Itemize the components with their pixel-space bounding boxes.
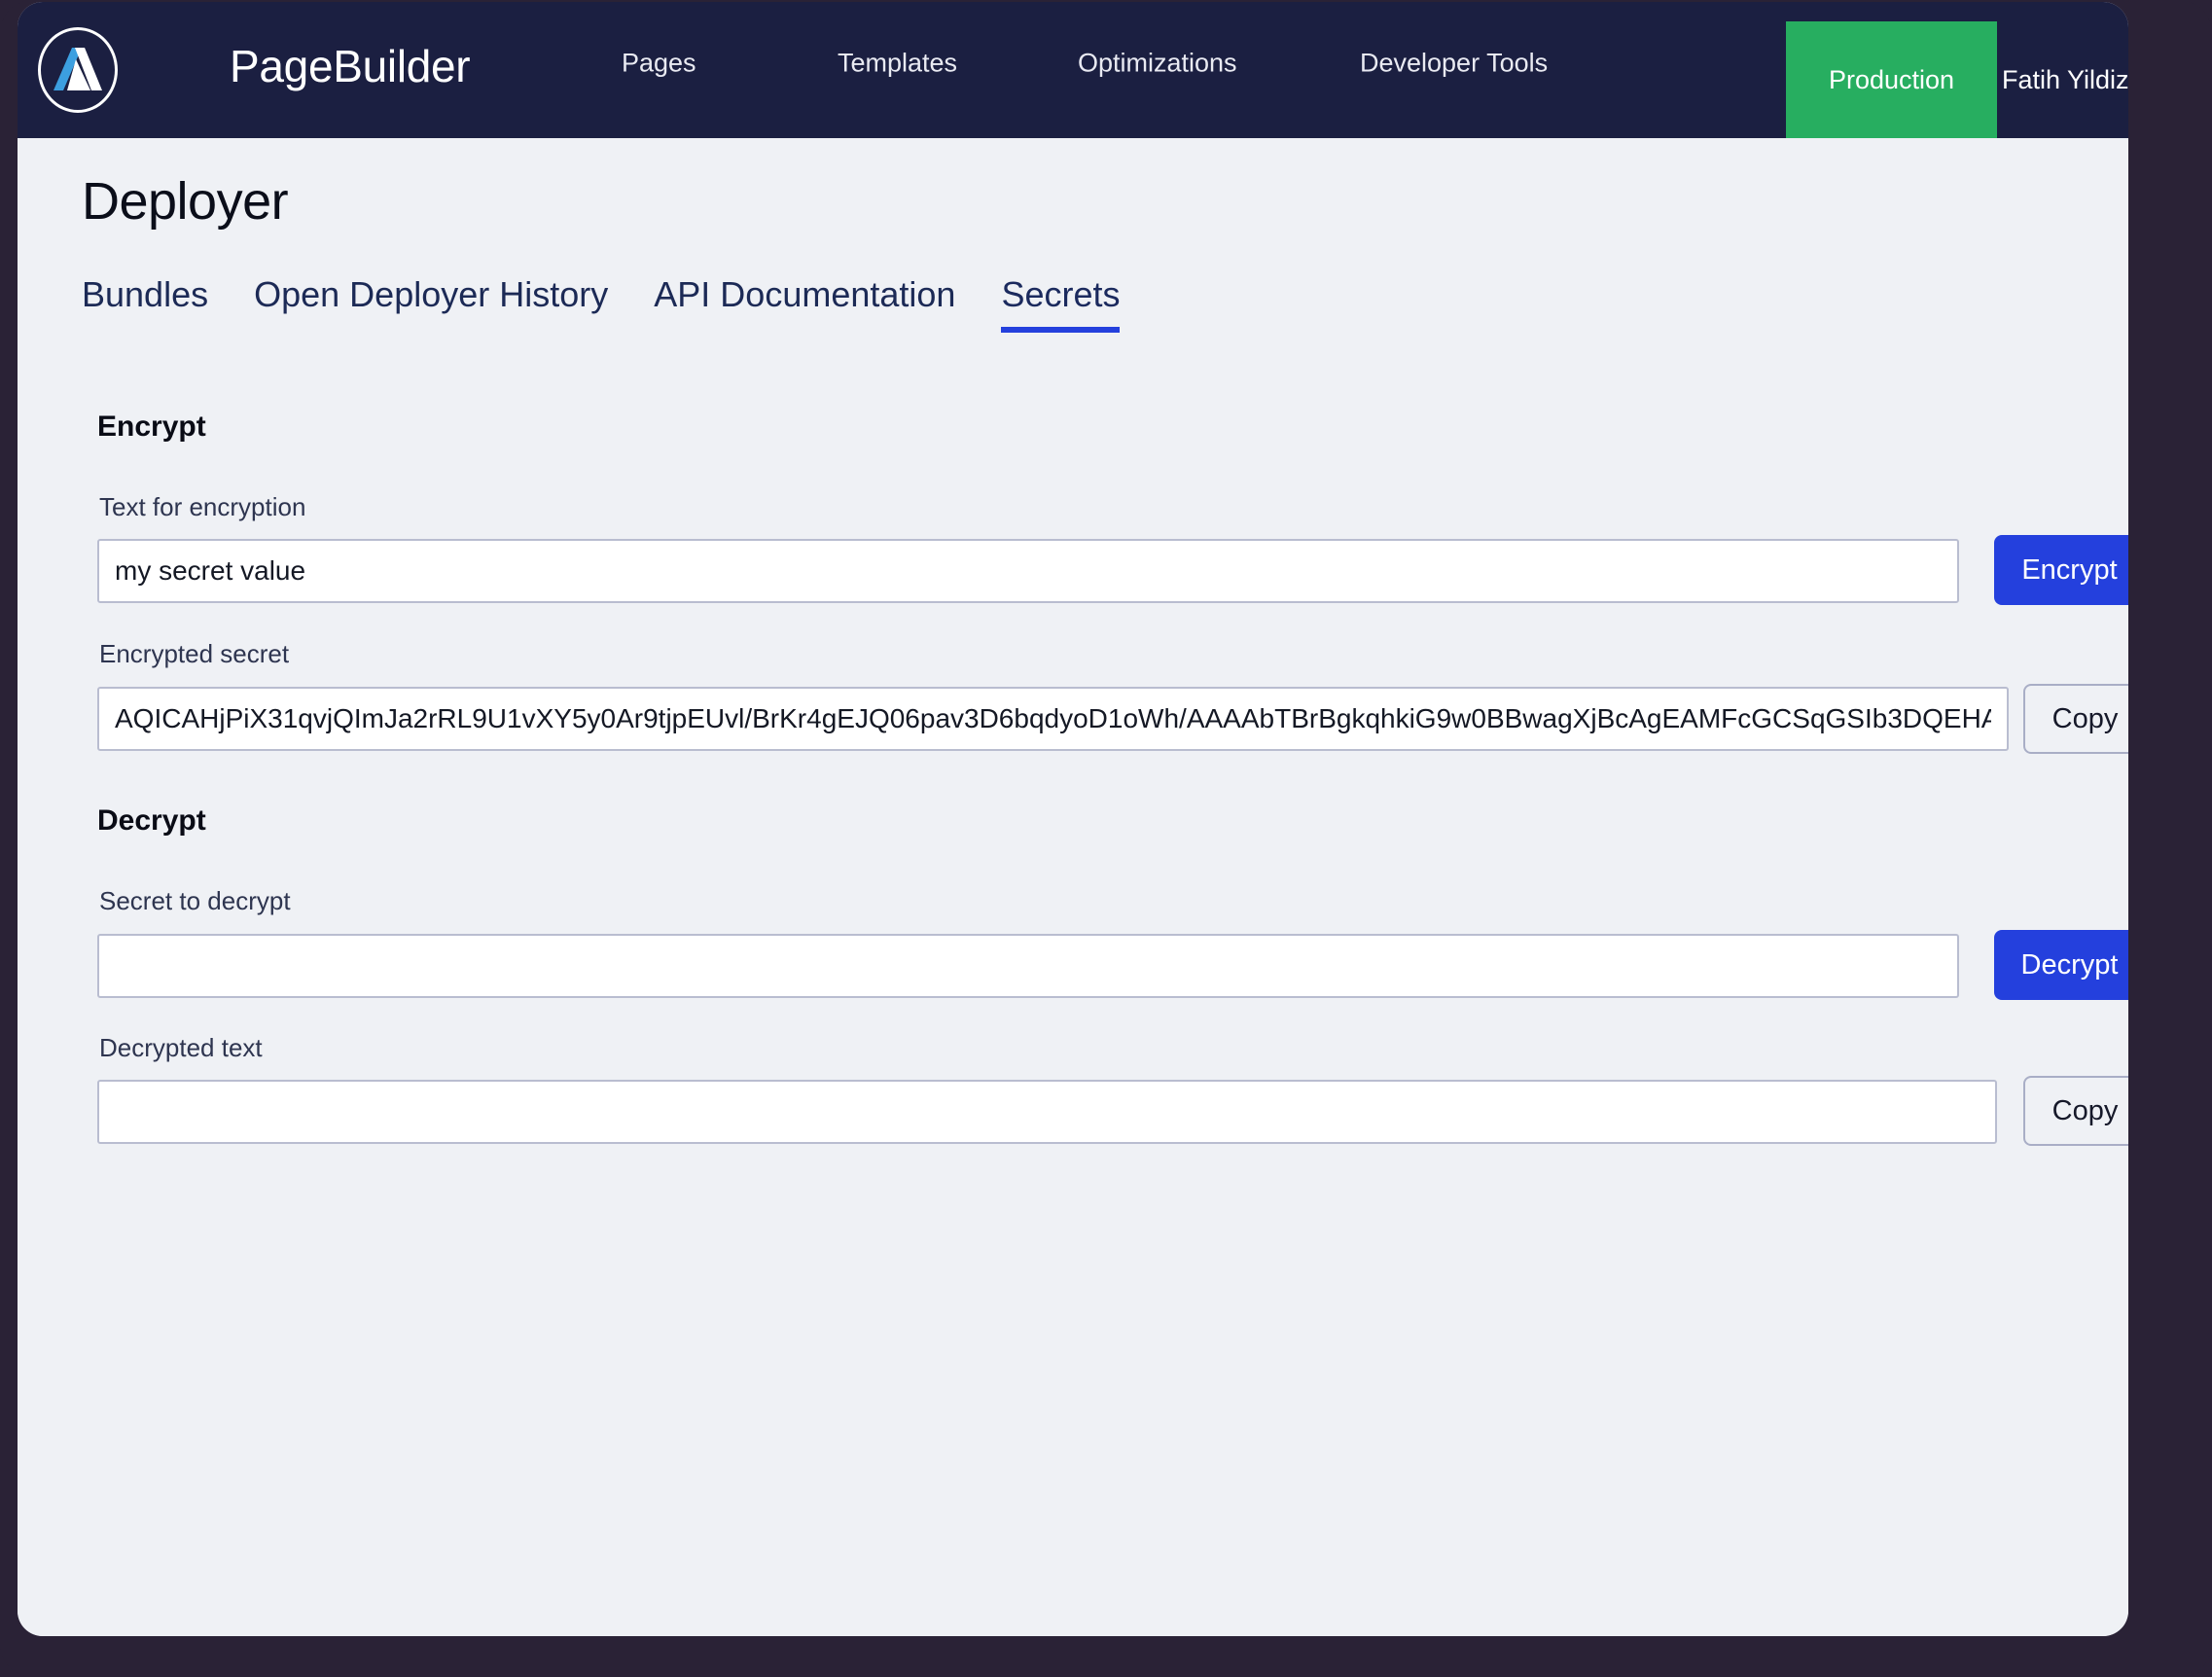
nav-item-developer-tools[interactable]: Developer Tools <box>1360 49 1548 79</box>
text-for-encryption-input[interactable] <box>97 539 1959 603</box>
app-logo[interactable] <box>34 26 122 114</box>
encrypted-secret-label: Encrypted secret <box>99 639 290 668</box>
encrypted-secret-input[interactable] <box>97 687 2009 751</box>
decrypted-text-label: Decrypted text <box>99 1033 263 1062</box>
brand-title: PageBuilder <box>230 41 471 91</box>
encrypt-section-title: Encrypt <box>97 410 206 443</box>
app-viewport: PageBuilder Pages Templates Optimization… <box>18 2 2128 1636</box>
tab-secrets[interactable]: Secrets <box>1001 274 1121 333</box>
page-title: Deployer <box>82 172 289 231</box>
tab-bar: Bundles Open Deployer History API Docume… <box>82 274 1121 333</box>
decrypted-text-input[interactable] <box>97 1080 1997 1144</box>
pagebuilder-logo-icon <box>38 27 118 113</box>
copy-encrypted-secret-button[interactable]: Copy <box>2023 684 2128 754</box>
nav-item-optimizations[interactable]: Optimizations <box>1078 49 1237 79</box>
browser-frame: PageBuilder Pages Templates Optimization… <box>0 0 2212 1677</box>
user-menu[interactable]: Fatih Yildiz <box>2002 21 2128 138</box>
tab-open-deployer-history[interactable]: Open Deployer History <box>254 274 608 333</box>
tab-api-documentation[interactable]: API Documentation <box>654 274 955 333</box>
nav-item-templates[interactable]: Templates <box>838 49 957 79</box>
decrypt-button[interactable]: Decrypt <box>1994 930 2128 1000</box>
top-navigation-bar: PageBuilder Pages Templates Optimization… <box>18 2 2128 138</box>
environment-badge[interactable]: Production <box>1786 21 1997 138</box>
text-for-encryption-label: Text for encryption <box>99 492 306 521</box>
tab-bundles[interactable]: Bundles <box>82 274 208 333</box>
decrypt-section-title: Decrypt <box>97 804 206 837</box>
nav-item-pages[interactable]: Pages <box>622 49 696 79</box>
secret-to-decrypt-label: Secret to decrypt <box>99 886 291 915</box>
secret-to-decrypt-input[interactable] <box>97 934 1959 998</box>
copy-decrypted-text-button[interactable]: Copy <box>2023 1076 2128 1146</box>
user-name-label: Fatih Yildiz <box>2002 64 2128 94</box>
encrypt-button[interactable]: Encrypt <box>1994 535 2128 605</box>
page-content: Deployer Bundles Open Deployer History A… <box>18 138 2128 1636</box>
